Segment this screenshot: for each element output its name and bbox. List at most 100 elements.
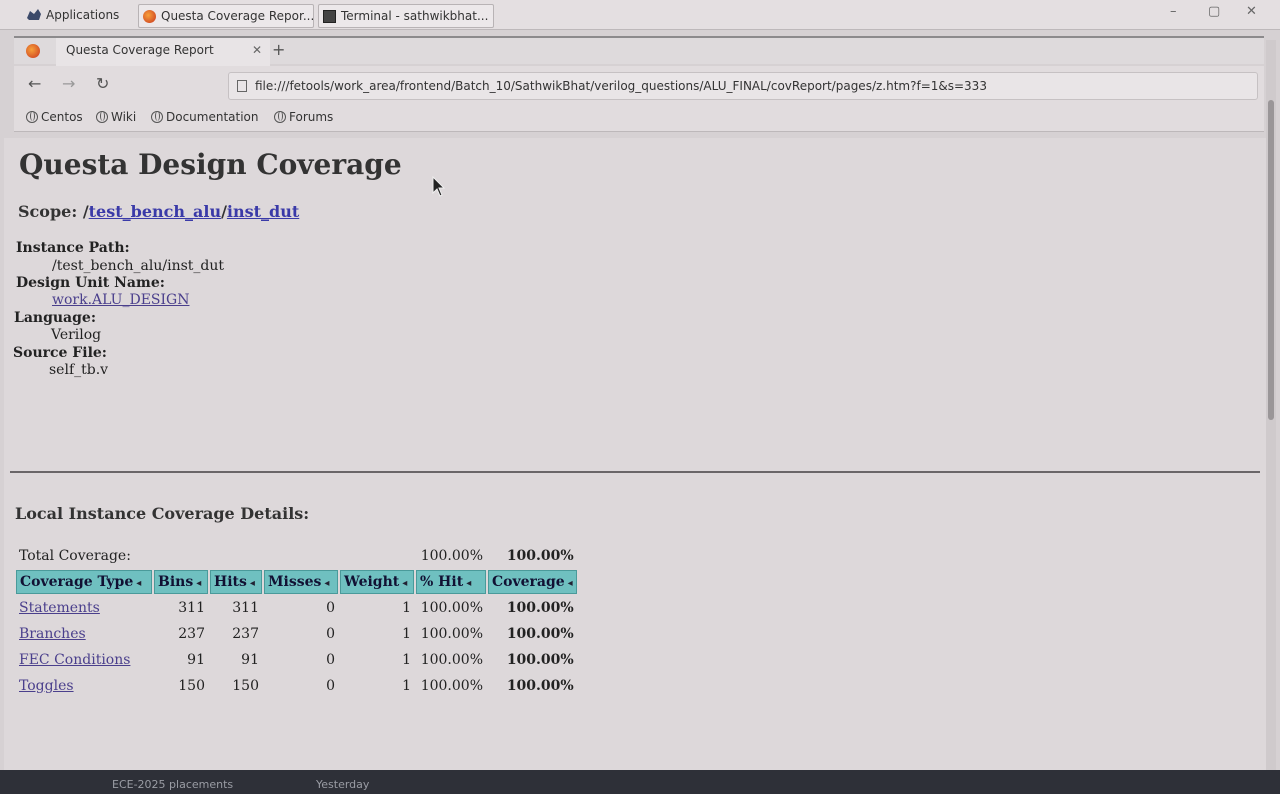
sort-arrow-icon: ◂ [324, 578, 330, 589]
sort-arrow-icon: ◂ [567, 578, 573, 589]
coverage-cell: 100.00% [506, 600, 574, 616]
page-content: Questa Design Coverage Scope: /test_benc… [4, 138, 1266, 770]
table-row: Statements 311 311 0 1 100.00% 100.00% [16, 596, 577, 620]
globe-icon [26, 111, 38, 123]
bins-cell: 311 [178, 600, 205, 616]
sort-arrow-icon: ◂ [402, 578, 408, 589]
bins-cell: 237 [178, 626, 205, 642]
bookmark-documentation[interactable]: Documentation [151, 110, 259, 124]
col-header-weight[interactable]: Weight ◂ [340, 570, 414, 594]
total-coverage: 100.00% [506, 548, 574, 564]
globe-icon [151, 111, 163, 123]
taskbar-item-terminal[interactable]: Terminal - sathwikbhat... [318, 4, 494, 28]
instance-path-value: /test_bench_alu/inst_dut [52, 258, 225, 274]
coverage-table: Total Coverage: 100.00% 100.00% Coverage… [14, 542, 579, 700]
misses-cell: 0 [326, 626, 335, 642]
design-unit-label: Design Unit Name: [16, 275, 165, 291]
scope-link-inst-dut[interactable]: inst_dut [227, 202, 299, 221]
bottom-right-text: Yesterday [316, 778, 370, 791]
back-icon[interactable]: ← [28, 74, 41, 93]
misses-cell: 0 [326, 678, 335, 694]
minimize-icon[interactable]: – [1170, 4, 1177, 19]
tab-questa-coverage-report[interactable]: Questa Coverage Report ✕ [56, 38, 270, 66]
new-tab-icon[interactable]: + [272, 40, 285, 59]
hits-cell: 311 [232, 600, 259, 616]
source-file-label: Source File: [13, 345, 107, 361]
coverage-cell: 100.00% [506, 652, 574, 668]
table-row: Toggles 150 150 0 1 100.00% 100.00% [16, 674, 577, 698]
taskbar: Applications Questa Coverage Repor... Te… [0, 0, 1280, 30]
applications-menu[interactable]: Applications [22, 4, 134, 28]
globe-icon [96, 111, 108, 123]
sort-arrow-icon: ◂ [249, 578, 255, 589]
bookmark-wiki[interactable]: Wiki [96, 110, 136, 124]
header-row: Coverage Type ◂ Bins ◂ Hits ◂ Misses ◂ Weigh… [16, 570, 577, 594]
total-pct-hit: 100.00% [420, 548, 483, 564]
hits-cell: 237 [232, 626, 259, 642]
url-bar[interactable]: file:///fetools/work_area/frontend/Batch… [228, 72, 1258, 100]
col-header-pct-hit[interactable]: % Hit ◂ [416, 570, 486, 594]
col-header-misses[interactable]: Misses ◂ [264, 570, 338, 594]
table-row: Branches 237 237 0 1 100.00% 100.00% [16, 622, 577, 646]
coverage-type-link[interactable]: FEC Conditions [16, 648, 152, 672]
taskbar-item-questa[interactable]: Questa Coverage Repor... [138, 4, 314, 28]
bottom-left-text: ECE-2025 placements [112, 778, 234, 791]
coverage-type-link[interactable]: Statements [16, 596, 152, 620]
coverage-cell: 100.00% [506, 678, 574, 694]
language-label: Language: [14, 310, 96, 326]
col-header-hits[interactable]: Hits ◂ [210, 570, 262, 594]
mouse-cursor-icon [432, 176, 446, 197]
coverage-type-link[interactable]: Toggles [16, 674, 152, 698]
bookmarks-toolbar: Centos Wiki Documentation Forums [14, 104, 1264, 132]
close-window-icon[interactable]: ✕ [1246, 4, 1257, 19]
globe-icon [274, 111, 286, 123]
sort-arrow-icon: ◂ [136, 578, 142, 589]
maximize-icon[interactable]: ▢ [1208, 4, 1220, 19]
close-tab-icon[interactable]: ✕ [252, 38, 262, 62]
weight-cell: 1 [402, 626, 411, 642]
forward-icon[interactable]: → [62, 74, 75, 93]
reload-icon[interactable]: ↻ [96, 74, 109, 93]
bins-cell: 150 [178, 678, 205, 694]
coverage-type-link[interactable]: Branches [16, 622, 152, 646]
vertical-scrollbar[interactable] [1266, 40, 1276, 770]
misses-cell: 0 [326, 652, 335, 668]
page-icon [237, 80, 247, 92]
scope-link-test-bench-alu[interactable]: test_bench_alu [89, 202, 221, 221]
scrollbar-thumb[interactable] [1268, 100, 1274, 420]
col-header-coverage-type[interactable]: Coverage Type ◂ [16, 570, 152, 594]
details-heading: Local Instance Coverage Details: [15, 504, 310, 523]
navigation-bar: ← → ↻ file:///fetools/work_area/frontend… [14, 66, 1264, 104]
sort-arrow-icon: ◂ [196, 578, 202, 589]
weight-cell: 1 [402, 652, 411, 668]
coverage-cell: 100.00% [506, 626, 574, 642]
language-value: Verilog [51, 327, 102, 343]
terminal-icon [323, 10, 336, 23]
misses-cell: 0 [326, 600, 335, 616]
bins-cell: 91 [187, 652, 205, 668]
tab-bar: Questa Coverage Report ✕ + [14, 36, 1264, 66]
total-coverage-row: Total Coverage: 100.00% 100.00% [16, 544, 577, 568]
design-unit-link[interactable]: work.ALU_DESIGN [52, 292, 189, 308]
weight-cell: 1 [402, 600, 411, 616]
bookmark-forums[interactable]: Forums [274, 110, 333, 124]
sort-arrow-icon: ◂ [466, 578, 472, 589]
weight-cell: 1 [402, 678, 411, 694]
instance-path-label: Instance Path: [16, 240, 130, 256]
source-file-value: self_tb.v [49, 362, 109, 378]
firefox-icon [143, 10, 156, 23]
pct-hit-cell: 100.00% [420, 600, 483, 616]
firefox-icon [26, 44, 40, 58]
page-title: Questa Design Coverage [19, 148, 402, 181]
bookmark-centos[interactable]: Centos [26, 110, 83, 124]
pct-hit-cell: 100.00% [420, 678, 483, 694]
col-header-bins[interactable]: Bins ◂ [154, 570, 208, 594]
pct-hit-cell: 100.00% [420, 626, 483, 642]
total-coverage-label: Total Coverage: [19, 548, 131, 564]
col-header-coverage[interactable]: Coverage ◂ [488, 570, 577, 594]
divider [10, 471, 1260, 473]
hits-cell: 91 [241, 652, 259, 668]
pct-hit-cell: 100.00% [420, 652, 483, 668]
scope-line: Scope: /test_bench_alu/inst_dut [18, 202, 300, 221]
hits-cell: 150 [232, 678, 259, 694]
